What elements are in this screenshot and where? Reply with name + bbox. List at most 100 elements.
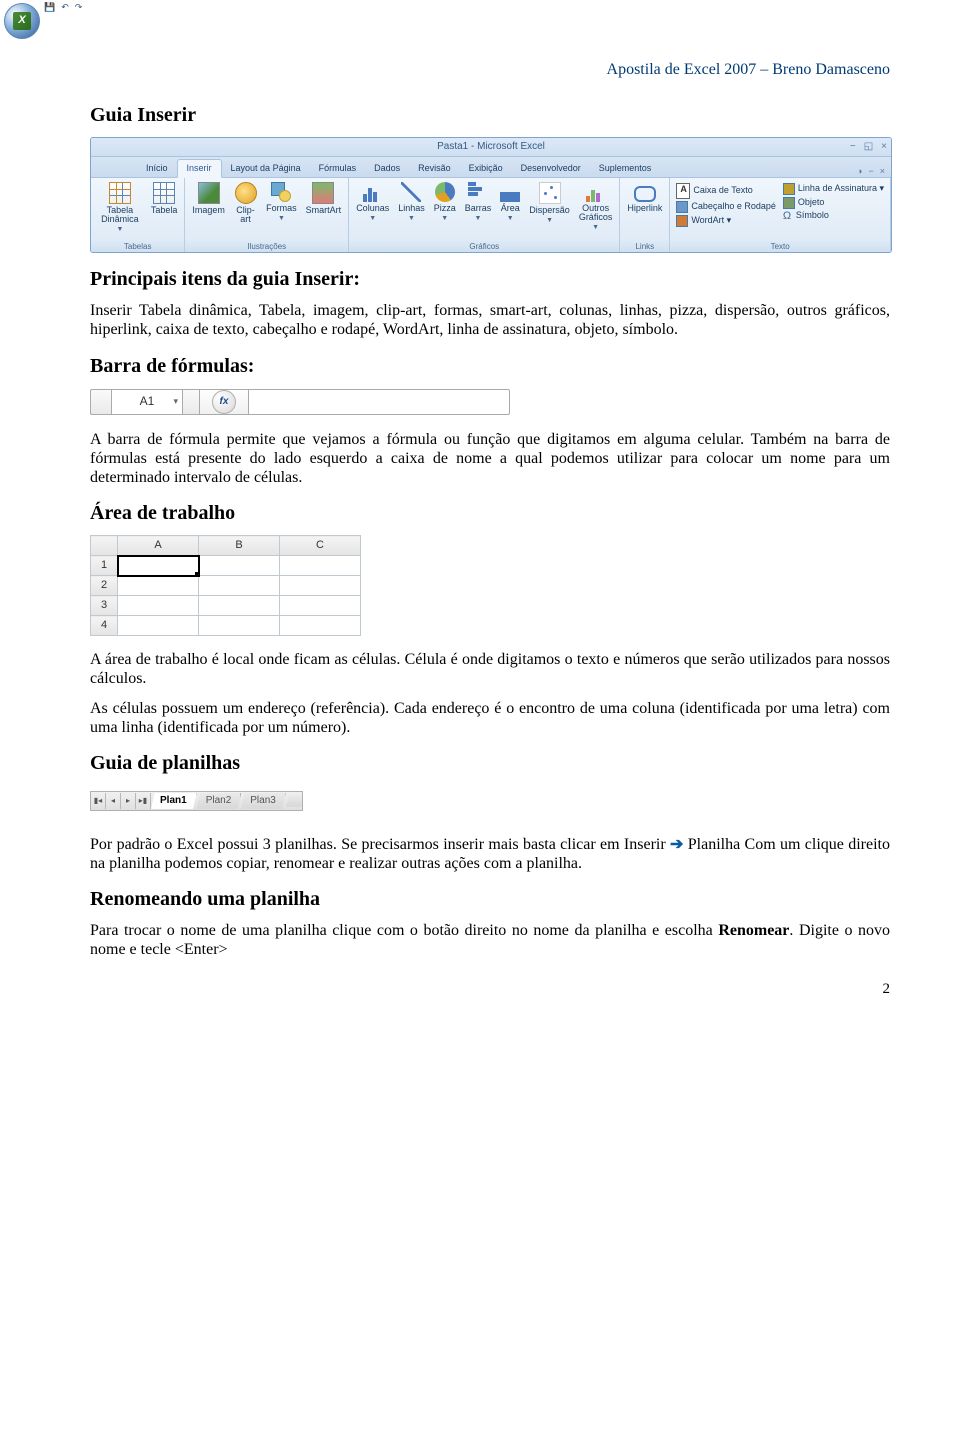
close-icon[interactable]: ×: [881, 141, 887, 153]
fx-button[interactable]: fx: [212, 390, 236, 414]
outros-graficos-button[interactable]: OutrosGráficos ▼: [576, 180, 616, 233]
sheet-nav-next[interactable]: ▸: [121, 793, 136, 809]
sheet-nav-last[interactable]: ▸▮: [136, 793, 151, 809]
table-icon: [153, 182, 175, 204]
hyperlink-icon: [634, 186, 656, 202]
pie-chart-icon: [435, 182, 455, 202]
row-header-1[interactable]: 1: [91, 556, 118, 576]
textbox-icon: [676, 183, 690, 199]
group-graficos: Colunas▼ Linhas▼ Pizza▼ Barras▼ Área▼ Di…: [349, 178, 620, 252]
min-ribbon-icon[interactable]: −: [868, 166, 873, 177]
select-all-corner[interactable]: [91, 536, 118, 556]
sheet-nav-first[interactable]: ▮◂: [91, 793, 106, 809]
paragraph-area-trabalho-2: As células possuem um endereço (referênc…: [90, 699, 890, 737]
barras-button[interactable]: Barras▼: [462, 180, 495, 224]
cell-a1[interactable]: [118, 556, 199, 576]
heading-guia-inserir: Guia Inserir: [90, 103, 890, 127]
heading-barra-formulas: Barra de fórmulas:: [90, 354, 890, 378]
image-icon: [198, 182, 220, 204]
wordart-icon: [676, 215, 688, 227]
sheet-tabs-bar: ▮◂ ◂ ▸ ▸▮ Plan1 Plan2 Plan3: [90, 791, 303, 811]
cell-a2[interactable]: [118, 576, 199, 596]
other-charts-icon: [586, 182, 606, 202]
cell-b2[interactable]: [199, 576, 280, 596]
sheet-tab-plan3[interactable]: Plan3: [241, 793, 286, 809]
cell-c1[interactable]: [280, 556, 361, 576]
smartart-icon: [312, 182, 334, 204]
wordart-button[interactable]: WordArt ▾: [674, 214, 778, 228]
row-header-4[interactable]: 4: [91, 616, 118, 636]
cell-c2[interactable]: [280, 576, 361, 596]
tabela-dinamica-button[interactable]: TabelaDinâmica ▼: [95, 180, 145, 235]
area-button[interactable]: Área▼: [497, 180, 523, 224]
tabela-button[interactable]: Tabela: [148, 180, 181, 217]
clipart-icon: [235, 182, 257, 204]
bar-chart-icon: [468, 182, 488, 202]
formas-button[interactable]: Formas▼: [263, 180, 300, 224]
name-box[interactable]: A1: [111, 389, 183, 415]
page-number: 2: [90, 980, 890, 998]
hiperlink-button[interactable]: Hiperlink: [624, 180, 665, 215]
restore-icon[interactable]: ◱: [864, 141, 873, 153]
ribbon-tabs: Início Inserir Layout da Página Fórmulas…: [91, 157, 891, 178]
formula-bar-left-cap: [90, 389, 111, 415]
cell-b1[interactable]: [199, 556, 280, 576]
group-links: Hiperlink Links: [620, 178, 670, 252]
object-icon: [783, 197, 795, 209]
formula-input[interactable]: [249, 389, 510, 415]
area-chart-icon: [500, 182, 520, 202]
caixa-texto-button[interactable]: Caixa de Texto: [674, 182, 778, 200]
cell-c3[interactable]: [280, 596, 361, 616]
imagem-button[interactable]: Imagem: [189, 180, 228, 217]
row-header-2[interactable]: 2: [91, 576, 118, 596]
col-header-c[interactable]: C: [280, 536, 361, 556]
sheet-tab-plan2[interactable]: Plan2: [197, 793, 242, 809]
sheet-tab-plan1[interactable]: Plan1: [151, 793, 197, 809]
name-box-dropdown[interactable]: [183, 389, 200, 415]
col-header-b[interactable]: B: [199, 536, 280, 556]
tab-exibicao[interactable]: Exibição: [460, 160, 512, 177]
help-icon[interactable]: ◑: [857, 166, 862, 177]
clipart-button[interactable]: Clip-art: [231, 180, 260, 226]
sheet-tab-end: [286, 795, 302, 807]
tab-suplementos[interactable]: Suplementos: [590, 160, 661, 177]
tab-layout[interactable]: Layout da Página: [222, 160, 310, 177]
paragraph-planilhas: Por padrão o Excel possui 3 planilhas. S…: [90, 835, 890, 873]
sheet-nav-prev[interactable]: ◂: [106, 793, 121, 809]
group-ilustracoes: Imagem Clip-art Formas▼ SmartArt Ilustra…: [185, 178, 349, 252]
linha-assinatura-button[interactable]: Linha de Assinatura ▾: [781, 182, 886, 196]
formula-bar: A1 fx: [90, 388, 510, 416]
tab-formulas[interactable]: Fórmulas: [310, 160, 366, 177]
heading-principais-itens: Principais itens da guia Inserir:: [90, 267, 890, 291]
dispersao-button[interactable]: Dispersão▼: [526, 180, 573, 226]
close-doc-icon[interactable]: ×: [880, 166, 885, 177]
pizza-button[interactable]: Pizza▼: [431, 180, 459, 224]
heading-guia-planilhas: Guia de planilhas: [90, 751, 890, 775]
colunas-button[interactable]: Colunas▼: [353, 180, 392, 224]
document-header: Apostila de Excel 2007 – Breno Damasceno: [90, 60, 890, 79]
line-chart-icon: [401, 182, 421, 202]
cell-b4[interactable]: [199, 616, 280, 636]
col-header-a[interactable]: A: [118, 536, 199, 556]
column-chart-icon: [363, 182, 383, 202]
simbolo-button[interactable]: ΩSímbolo: [781, 210, 886, 222]
tab-inserir[interactable]: Inserir: [177, 159, 222, 178]
cell-b3[interactable]: [199, 596, 280, 616]
minimize-icon[interactable]: −: [850, 141, 856, 153]
heading-renomeando: Renomeando uma planilha: [90, 887, 890, 911]
cell-a3[interactable]: [118, 596, 199, 616]
cell-c4[interactable]: [280, 616, 361, 636]
tab-inicio[interactable]: Início: [137, 160, 177, 177]
linhas-button[interactable]: Linhas▼: [395, 180, 428, 224]
cabecalho-rodape-button[interactable]: Cabeçalho e Rodapé: [674, 200, 778, 214]
tab-desenvolvedor[interactable]: Desenvolvedor: [512, 160, 590, 177]
cell-a4[interactable]: [118, 616, 199, 636]
group-texto: Caixa de Texto Cabeçalho e Rodapé WordAr…: [670, 178, 891, 252]
row-header-3[interactable]: 3: [91, 596, 118, 616]
paragraph-itens-inserir: Inserir Tabela dinâmica, Tabela, imagem,…: [90, 301, 890, 339]
tab-revisao[interactable]: Revisão: [409, 160, 460, 177]
tab-dados[interactable]: Dados: [365, 160, 409, 177]
objeto-button[interactable]: Objeto: [781, 196, 886, 210]
smartart-button[interactable]: SmartArt: [303, 180, 345, 217]
window-title: Pasta1 - Microsoft Excel: [437, 141, 545, 153]
